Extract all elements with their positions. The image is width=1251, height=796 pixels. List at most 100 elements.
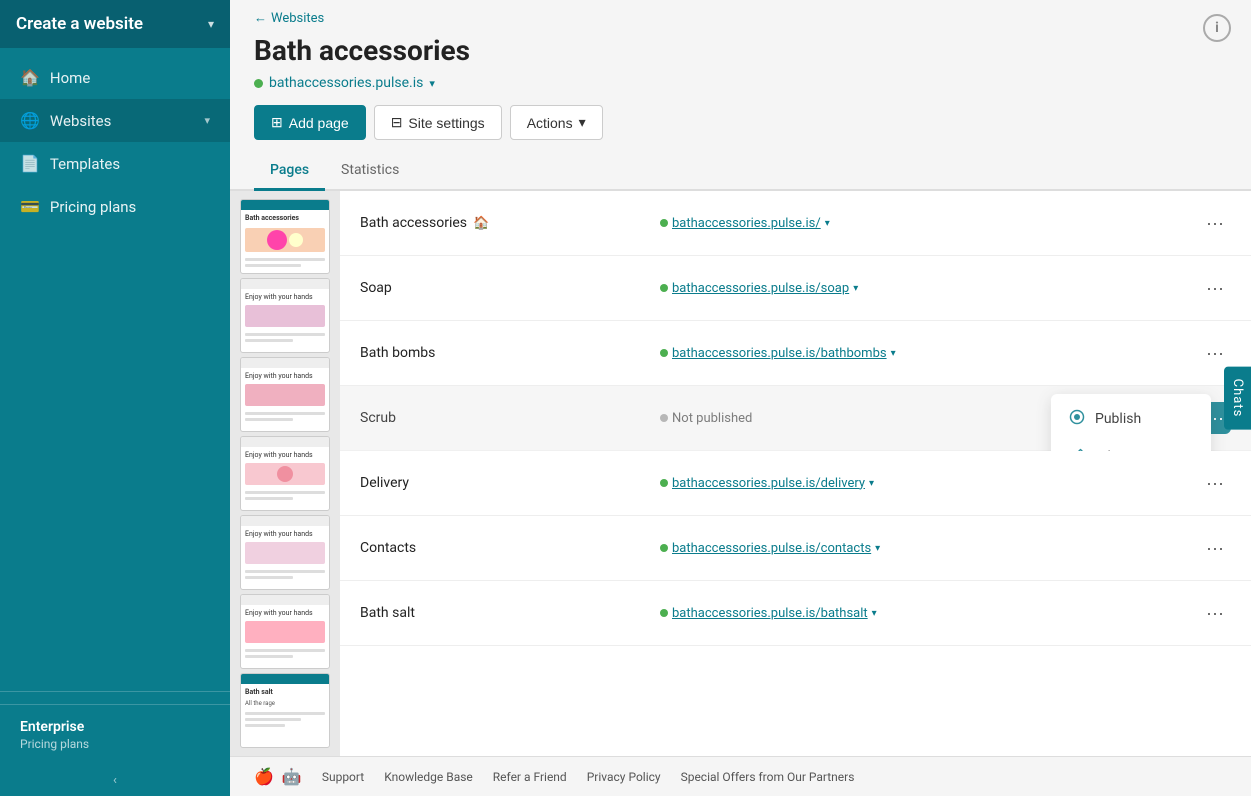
tab-statistics[interactable]: Statistics [325, 152, 415, 191]
add-page-button[interactable]: ⊞ Add page [254, 105, 366, 140]
sidebar: Create a website ▾ 🏠 Home 🌐 Websites ▾ 📄… [0, 0, 230, 796]
page-name: Bath salt [360, 605, 660, 621]
page-url-link[interactable]: bathaccessories.pulse.is/contacts [672, 541, 871, 556]
sidebar-item-home[interactable]: 🏠 Home [0, 56, 230, 99]
footer-special-offers-link[interactable]: Special Offers from Our Partners [681, 770, 855, 784]
site-url-row: bathaccessories.pulse.is ▾ [254, 75, 1227, 91]
actions-label: Actions [527, 115, 573, 131]
page-url-link[interactable]: bathaccessories.pulse.is/delivery [672, 476, 865, 491]
page-name: Soap [360, 280, 660, 296]
page-url-link[interactable]: bathaccessories.pulse.is/ [672, 216, 821, 231]
page-name-label: Contacts [360, 540, 416, 556]
page-url-caret-icon[interactable]: ▾ [872, 608, 877, 619]
breadcrumb[interactable]: ← Websites [254, 10, 1227, 26]
tab-pages[interactable]: Pages [254, 152, 325, 191]
sidebar-item-pricing[interactable]: 💳 Pricing plans [0, 185, 230, 228]
page-url-caret-icon[interactable]: ▾ [891, 348, 896, 359]
page-url-link[interactable]: bathaccessories.pulse.is/soap [672, 281, 849, 296]
page-url-col: bathaccessories.pulse.is/delivery ▾ [660, 476, 1199, 491]
thumbnail-item[interactable]: Enjoy with your hands [240, 436, 330, 511]
site-settings-label: Site settings [408, 115, 484, 131]
page-more-button[interactable]: ··· [1199, 337, 1231, 369]
footer-knowledge-base-link[interactable]: Knowledge Base [384, 770, 473, 784]
footer-privacy-link[interactable]: Privacy Policy [587, 770, 661, 784]
page-more-button[interactable]: ··· [1199, 467, 1231, 499]
footer-support-link[interactable]: Support [322, 770, 364, 784]
page-name: Delivery [360, 475, 660, 491]
thumbnail-item[interactable]: Enjoy with your hands [240, 278, 330, 353]
page-url-caret-icon[interactable]: ▾ [875, 543, 880, 554]
page-url-caret-icon[interactable]: ▾ [853, 283, 858, 294]
page-url-link[interactable]: bathaccessories.pulse.is/bathbombs [672, 346, 887, 361]
sidebar-nav: 🏠 Home 🌐 Websites ▾ 📄 Templates 💳 Pricin… [0, 48, 230, 679]
context-menu-publish[interactable]: Publish [1051, 400, 1211, 438]
websites-arrow-icon: ▾ [204, 114, 210, 127]
add-page-plus-icon: ⊞ [271, 114, 283, 131]
page-row: Bath accessories 🏠 bathaccessories.pulse… [340, 191, 1251, 256]
sidebar-item-websites-label: Websites [50, 112, 195, 130]
page-name-label: Bath bombs [360, 345, 435, 361]
site-status-dot [254, 79, 263, 88]
home-page-icon: 🏠 [473, 216, 489, 231]
info-icon-button[interactable]: i [1203, 14, 1231, 42]
page-url-col: bathaccessories.pulse.is/bathsalt ▾ [660, 606, 1199, 621]
thumbnail-item[interactable]: Bath salt All the rage [240, 673, 330, 748]
site-url-link[interactable]: bathaccessories.pulse.is [269, 75, 423, 91]
page-url-caret-icon[interactable]: ▾ [869, 478, 874, 489]
apple-icon[interactable]: 🍎 [254, 767, 274, 786]
page-more-button[interactable]: ··· [1199, 532, 1231, 564]
topbar: ← Websites Bath accessories bathaccessor… [230, 0, 1251, 140]
site-settings-icon: ⊟ [391, 114, 403, 131]
home-icon: 🏠 [20, 68, 40, 87]
published-dot [660, 544, 668, 552]
websites-icon: 🌐 [20, 111, 40, 130]
page-name: Bath bombs [360, 345, 660, 361]
breadcrumb-arrow-icon: ← [254, 10, 267, 26]
actions-button[interactable]: Actions ▾ [510, 105, 603, 140]
chats-tab[interactable]: Chats [1224, 367, 1251, 430]
page-url-link[interactable]: bathaccessories.pulse.is/bathsalt [672, 606, 868, 621]
thumbnail-item[interactable]: Enjoy with your hands [240, 594, 330, 669]
published-dot [660, 219, 668, 227]
page-more-button[interactable]: ··· [1199, 597, 1231, 629]
page-more-button[interactable]: ··· [1199, 272, 1231, 304]
page-url-col: bathaccessories.pulse.is/contacts ▾ [660, 541, 1199, 556]
sidebar-item-pricing-label: Pricing plans [50, 198, 210, 216]
sidebar-item-templates[interactable]: 📄 Templates [0, 142, 230, 185]
site-url-caret-icon[interactable]: ▾ [429, 77, 435, 90]
page-thumbnails: Bath accessories [230, 191, 340, 756]
page-title: Bath accessories [254, 34, 1227, 67]
page-url-col: bathaccessories.pulse.is/bathbombs ▾ [660, 346, 1199, 361]
create-website-button[interactable]: Create a website ▾ [0, 0, 230, 48]
page-row: Contacts bathaccessories.pulse.is/contac… [340, 516, 1251, 581]
sidebar-item-websites[interactable]: 🌐 Websites ▾ [0, 99, 230, 142]
info-icon-label: i [1215, 20, 1219, 36]
footer-refer-link[interactable]: Refer a Friend [493, 770, 567, 784]
main-area: i ← Websites Bath accessories bathaccess… [230, 0, 1251, 796]
toolbar: ⊞ Add page ⊟ Site settings Actions ▾ [254, 105, 1227, 140]
page-more-button[interactable]: ··· [1199, 207, 1231, 239]
collapse-icon: ‹ [113, 773, 117, 788]
page-row: Bath salt bathaccessories.pulse.is/baths… [340, 581, 1251, 646]
thumbnail-item[interactable]: Enjoy with your hands [240, 357, 330, 432]
sidebar-collapse-button[interactable]: ‹ [0, 765, 230, 796]
pages-list: Bath accessories 🏠 bathaccessories.pulse… [340, 191, 1251, 756]
published-dot [660, 349, 668, 357]
page-name-label: Delivery [360, 475, 409, 491]
tab-pages-label: Pages [270, 162, 309, 178]
chats-label: Chats [1230, 379, 1245, 418]
page-row: Soap bathaccessories.pulse.is/soap ▾ ··· [340, 256, 1251, 321]
sidebar-footer: Enterprise Pricing plans [0, 704, 230, 765]
actions-caret-icon: ▾ [579, 114, 586, 131]
site-settings-button[interactable]: ⊟ Site settings [374, 105, 502, 140]
publish-icon [1069, 409, 1085, 429]
page-name: Bath accessories 🏠 [360, 215, 660, 231]
thumbnail-item[interactable]: Enjoy with your hands [240, 515, 330, 590]
android-icon[interactable]: 🤖 [282, 767, 302, 786]
page-url-col: bathaccessories.pulse.is/ ▾ [660, 216, 1199, 231]
page-name-label: Bath accessories [360, 215, 467, 231]
add-page-label: Add page [289, 115, 349, 131]
thumbnail-item[interactable]: Bath accessories [240, 199, 330, 274]
page-url-caret-icon[interactable]: ▾ [825, 218, 830, 229]
page-name-label: Scrub [360, 410, 396, 426]
